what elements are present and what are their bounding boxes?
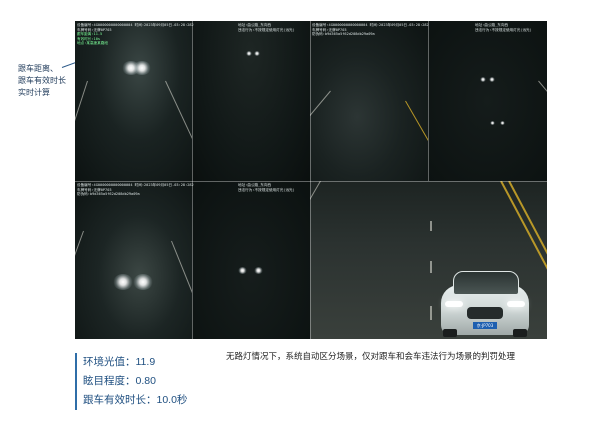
overlay-security-code: 防伪码:b9d365a5f62d208db29a09a: [77, 192, 140, 197]
license-plate: 京·JP703: [473, 322, 497, 329]
frame-top-right-1: [310, 21, 428, 181]
frame-overlay-info: 地址:曲公路_东向西 违法行为:不按规定使用灯光(远光): [238, 23, 295, 32]
frame-overlay-info: 设备编号:4G0000000000000004 时间:2023年09月05日-0…: [77, 183, 194, 197]
overlay-device-line: 设备编号:4G0000000000000004 时间:2023年09月05日-0…: [77, 23, 194, 27]
headlight-glow: [246, 51, 252, 56]
headlight-glow: [113, 274, 133, 290]
glare-level-value: 眩目程度：0.80: [83, 375, 156, 387]
road-edge-line: [165, 80, 192, 172]
overlay-violation: 违法行为:不按规定使用灯光(远光): [238, 187, 295, 192]
car-windshield: [453, 271, 519, 295]
car-grille: [467, 307, 503, 319]
callout-label: 跟车距离、 跟车有效时长 实时计算: [18, 63, 78, 99]
car-wheel: [513, 329, 527, 337]
headlight-glow: [490, 121, 495, 125]
road-edge-line: [310, 181, 321, 320]
car-headlight-left: [445, 301, 463, 307]
page: 跟车距离、 跟车有效时长 实时计算 京·JP703 设备编号:4G0000000…: [0, 0, 600, 444]
lane-dash: [430, 306, 432, 320]
lane-dash: [430, 221, 432, 231]
road-edge-line: [171, 240, 192, 334]
headlight-glow: [254, 267, 263, 274]
overlay-security-code: 防伪码:b9d365a5f62d208db29a09a: [312, 32, 375, 37]
overlay-device-line: 设备编号:4G0000000000000004 时间:2023年09月05日-0…: [312, 23, 429, 27]
car-headlight-right: [507, 301, 525, 307]
frame-overlay-info: 设备编号:4G0000000000000004 时间:2023年09月05日-0…: [77, 23, 194, 46]
frame-overlay-info: 设备编号:4G0000000000000004 时间:2023年09月05日-0…: [312, 23, 429, 37]
overlay-location: 地点:某高速某路段: [77, 41, 108, 46]
follow-duration-value: 跟车有效时长：10.0秒: [83, 394, 188, 406]
ambient-light-value: 环境光值：11.9: [83, 356, 156, 368]
metrics-panel: 环境光值：11.9 眩目程度：0.80 跟车有效时长：10.0秒: [75, 353, 187, 410]
headlight-glow: [489, 77, 495, 82]
frame-top-right-2: [428, 21, 547, 181]
surveillance-composite-image: 京·JP703 设备编号:4G0000000000000004 时间:2023年…: [75, 21, 547, 339]
frame-overlay-info: 地址:曲公路_东向西 违法行为:不按规定使用灯光(远光): [475, 23, 532, 32]
frame-bottom-left-1: [75, 181, 192, 339]
callout-line-3: 实时计算: [18, 88, 50, 97]
headlight-glow: [500, 121, 505, 125]
frame-bottom-right-closeup: 京·JP703: [310, 181, 547, 339]
headlight-glow: [254, 51, 260, 56]
lane-dash: [430, 261, 432, 273]
frame-divider: [310, 21, 311, 339]
headlight-glow: [133, 274, 153, 290]
overlay-violation: 违法行为:不按规定使用灯光(远光): [475, 27, 532, 32]
overlay-violation: 违法行为:不按规定使用灯光(远光): [238, 27, 295, 32]
headlight-glow: [480, 77, 486, 82]
frame-overlay-info: 地址:曲公路_东向西 违法行为:不按规定使用灯光(远光): [238, 183, 295, 192]
headlight-glow: [133, 61, 151, 75]
road-edge-line: [310, 90, 331, 168]
road-center-line: [405, 100, 428, 180]
frame-divider: [75, 181, 547, 182]
frame-top-left-2: [192, 21, 310, 181]
frame-divider: [192, 21, 193, 339]
caption-text: 无路灯情况下，系统自动区分场景，仅对跟车和会车违法行为场景的判罚处理: [226, 351, 516, 361]
frame-bottom-left-2: [192, 181, 310, 339]
white-car: 京·JP703: [435, 267, 535, 339]
headlight-glow: [238, 267, 247, 274]
frame-divider: [428, 21, 429, 181]
road-edge-line: [75, 230, 84, 335]
car-wheel: [443, 329, 457, 337]
overlay-device-line: 设备编号:4G0000000000000004 时间:2023年09月05日-0…: [77, 183, 194, 187]
road-edge-line: [75, 80, 88, 177]
callout-line-2: 跟车有效时长: [18, 76, 66, 85]
road-edge-line: [538, 80, 547, 158]
